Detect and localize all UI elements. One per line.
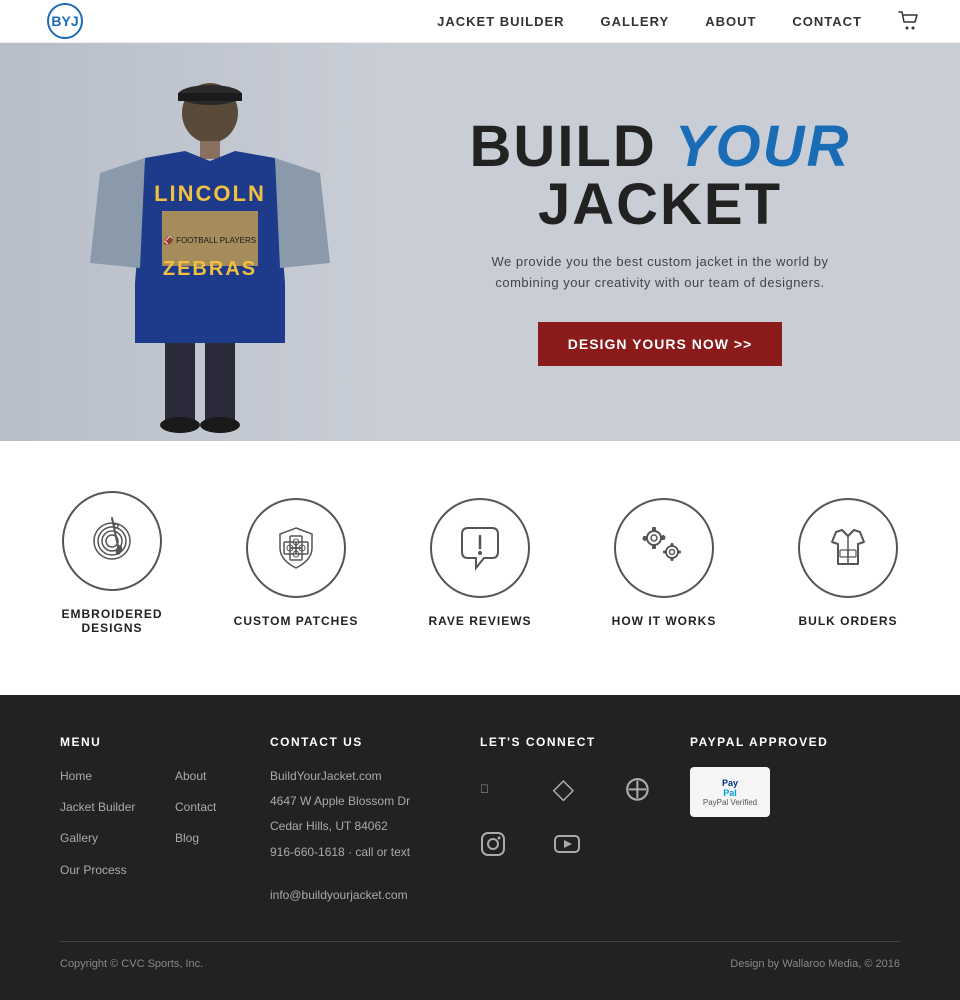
nav-jacket-builder[interactable]: JACKET BUILDER [437, 14, 564, 29]
hero-subtitle: We provide you the best custom jacket in… [492, 252, 829, 294]
footer-contact-website: BuildYourJacket.com [270, 767, 480, 786]
logo-icon: BYJ [45, 3, 85, 39]
reviews-icon [452, 520, 508, 576]
instagram-link[interactable] [480, 831, 545, 857]
jacket-icon [820, 520, 876, 576]
footer-link-home[interactable]: Home [60, 767, 155, 786]
footer-link-gallery[interactable]: Gallery [60, 829, 155, 848]
footer-contact-col: CONTACT US BuildYourJacket.com 4647 W Ap… [270, 735, 480, 911]
svg-text:BYJ: BYJ [51, 13, 78, 29]
footer-link-about[interactable]: About [175, 767, 270, 786]
reviews-icon-circle [430, 498, 530, 598]
features-section: EMBROIDERED DESIGNS CUSTOM PATCHES [0, 441, 960, 695]
how-label: HOW IT WORKS [612, 614, 717, 628]
nav-contact[interactable]: CONTACT [792, 14, 862, 29]
patches-icon-circle [246, 498, 346, 598]
embroidered-icon-circle [62, 491, 162, 591]
feature-bulk[interactable]: BULK ORDERS [768, 498, 928, 628]
footer-contact-email[interactable]: info@buildyourjacket.com [270, 886, 480, 905]
svg-text:LINCOLN: LINCOLN [154, 181, 266, 206]
hero-title: BUILD YOUR JACKET [400, 118, 920, 234]
patches-label: CUSTOM PATCHES [234, 614, 359, 628]
feature-patches[interactable]: CUSTOM PATCHES [216, 498, 376, 628]
feature-how[interactable]: HOW IT WORKS [584, 498, 744, 628]
footer-menu-links: Home About Jacket Builder Contact Galler… [60, 767, 270, 886]
bulk-label: BULK ORDERS [798, 614, 897, 628]
footer-connect-title: LET'S CONNECT [480, 735, 690, 749]
hero-jacket-image: LINCOLN 🏈 FOOTBALL PLAYERS ZEBRAS [0, 43, 380, 441]
reviews-label: RAVE REVIEWS [428, 614, 531, 628]
cart-icon [898, 11, 920, 31]
cart-button[interactable] [898, 11, 920, 31]
facebook-link[interactable]: ◇ [553, 767, 618, 812]
footer-link-contact[interactable]: Contact [175, 798, 270, 817]
social-icons-grid:  ◇ ⨁ [480, 767, 690, 864]
footer-connect-col: LET'S CONNECT  ◇ ⨁ [480, 735, 690, 911]
svg-text:🏈 FOOTBALL PLAYERS: 🏈 FOOTBALL PLAYERS [164, 235, 256, 245]
footer-contact-phone: 916-660-1618 · call or text [270, 843, 480, 862]
copyright-text: Copyright © CVC Sports, Inc. [60, 958, 203, 970]
bulk-icon-circle [798, 498, 898, 598]
header: BYJ JACKET BUILDER GALLERY ABOUT CONTACT [0, 0, 960, 43]
youtube-link[interactable] [553, 830, 618, 858]
svg-text:ZEBRAS: ZEBRAS [163, 258, 257, 280]
nav-gallery[interactable]: GALLERY [601, 14, 670, 29]
patches-icon [268, 520, 324, 576]
nav-about[interactable]: ABOUT [705, 14, 756, 29]
feature-reviews[interactable]: RAVE REVIEWS [400, 498, 560, 628]
twitter-link[interactable]:  [480, 780, 545, 799]
footer-paypal-title: PAYPAL APPROVED [690, 735, 900, 749]
embroidered-label: EMBROIDERED DESIGNS [32, 607, 192, 635]
footer-link-our-process[interactable]: Our Process [60, 861, 155, 880]
footer-bottom: Copyright © CVC Sports, Inc. Design by W… [60, 941, 900, 970]
logo[interactable]: BYJ [40, 0, 90, 43]
footer-link-blog[interactable]: Blog [175, 829, 270, 848]
paypal-badge[interactable]: Pay Pal PayPal Verified [690, 767, 770, 817]
footer-columns: MENU Home About Jacket Builder Contact G… [60, 735, 900, 911]
footer-menu-col: MENU Home About Jacket Builder Contact G… [60, 735, 270, 911]
main-nav: JACKET BUILDER GALLERY ABOUT CONTACT [437, 11, 920, 31]
footer-menu-title: MENU [60, 735, 270, 749]
footer-contact-address2: Cedar Hills, UT 84062 [270, 817, 480, 836]
footer-contact-title: CONTACT US [270, 735, 480, 749]
footer-contact-address1: 4647 W Apple Blossom Dr [270, 792, 480, 811]
footer: MENU Home About Jacket Builder Contact G… [0, 695, 960, 1000]
hero-content: BUILD YOUR JACKET We provide you the bes… [380, 98, 960, 386]
pinterest-link[interactable]: ⨁ [625, 770, 690, 808]
design-cta-button[interactable]: DESIGN YOURS NOW >> [538, 322, 782, 366]
needle-icon [84, 513, 140, 569]
hero-section: LINCOLN 🏈 FOOTBALL PLAYERS ZEBRAS BUILD … [0, 43, 960, 441]
footer-link-jacket-builder[interactable]: Jacket Builder [60, 798, 155, 817]
how-icon-circle [614, 498, 714, 598]
feature-embroidered[interactable]: EMBROIDERED DESIGNS [32, 491, 192, 635]
gears-icon [636, 520, 692, 576]
footer-paypal-col: PAYPAL APPROVED Pay Pal PayPal Verified [690, 735, 900, 911]
design-credit-text: Design by Wallaroo Media, © 2016 [730, 958, 900, 970]
